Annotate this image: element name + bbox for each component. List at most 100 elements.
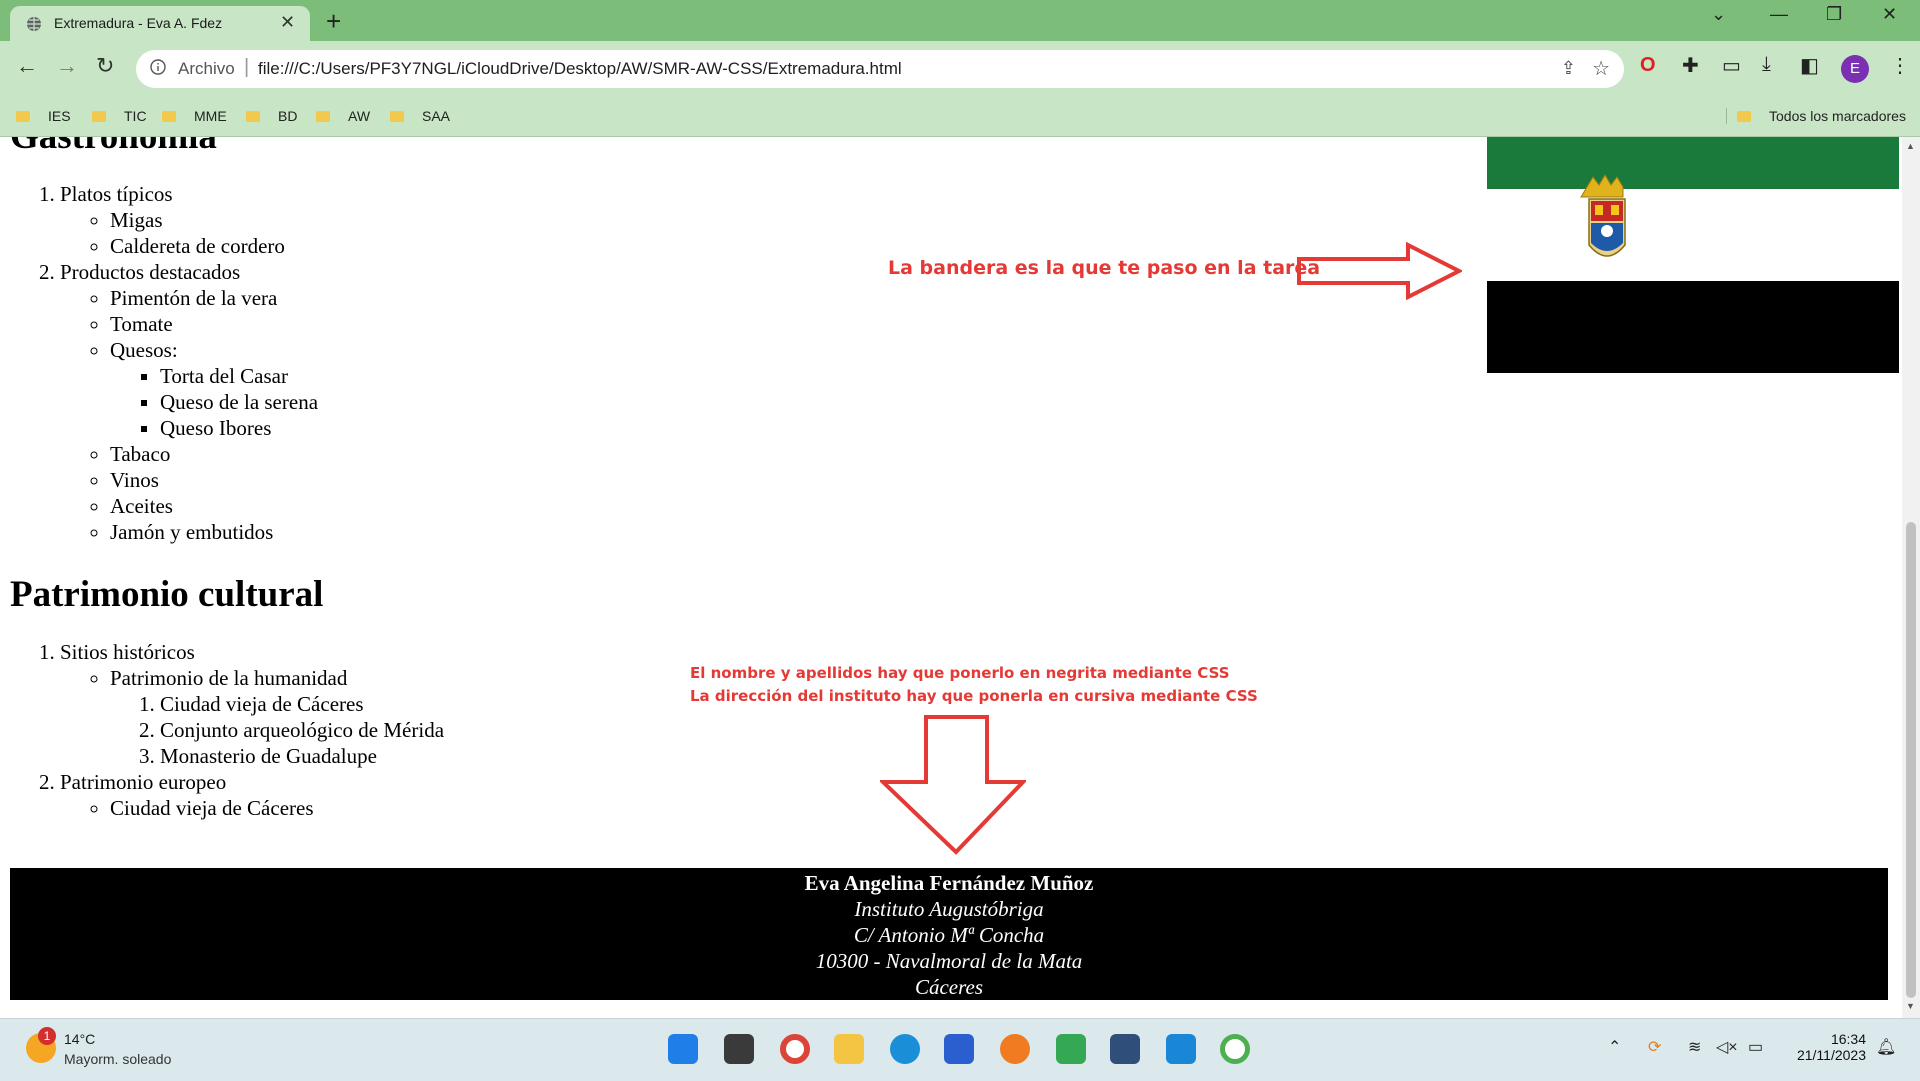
firefox-icon[interactable]: [1000, 1034, 1030, 1064]
address-bar[interactable]: Archivo | file:///C:/Users/PF3Y7NGL/iClo…: [136, 50, 1624, 88]
mysql-workbench-icon[interactable]: [1110, 1034, 1140, 1064]
url-scheme-label: Archivo: [178, 59, 235, 78]
quesos-list: Torta del Casar Queso de la serena Queso…: [110, 363, 1510, 441]
battery-icon[interactable]: ▭: [1748, 1037, 1763, 1057]
chrome-profile-icon[interactable]: [1220, 1034, 1250, 1064]
menu-kebab-icon[interactable]: ⋮: [1890, 53, 1910, 78]
weather-badge: 1: [38, 1027, 56, 1045]
vscode-icon[interactable]: [1166, 1034, 1196, 1064]
list-item: Ciudad vieja de Cáceres: [110, 795, 1510, 821]
browser-toolbar: ← → ↻ Archivo | file:///C:/Users/PF3Y7NG…: [0, 41, 1920, 98]
tab-search-icon[interactable]: ⌄: [1711, 4, 1726, 25]
list-item: Patrimonio europeo Ciudad vieja de Cácer…: [60, 769, 1510, 821]
list-item: Migas: [110, 207, 1510, 233]
list-item: Quesos: Torta del Casar Queso de la sere…: [110, 337, 1510, 441]
folder-icon: [16, 111, 30, 122]
bookmark-aw[interactable]: AW: [316, 108, 370, 124]
arrow-right-icon: [1297, 242, 1462, 300]
opera-icon[interactable]: O: [1640, 54, 1656, 77]
folder-icon: [246, 111, 260, 122]
folder-icon: [92, 111, 106, 122]
volume-muted-icon[interactable]: ◁×: [1716, 1037, 1738, 1057]
author-name: Eva Angelina Fernández Muñoz: [804, 871, 1094, 895]
info-icon[interactable]: [150, 59, 166, 75]
new-tab-button[interactable]: +: [326, 6, 341, 37]
institute-province: Cáceres: [914, 975, 984, 999]
list-item: Aceites: [110, 493, 1510, 519]
tab-strip: Extremadura - Eva A. Fdez ✕ + ⌄ — ❐ ✕: [0, 0, 1920, 41]
close-window-button[interactable]: ✕: [1882, 4, 1897, 25]
side-panel-icon[interactable]: ◧: [1800, 53, 1819, 78]
bookmark-bd[interactable]: BD: [246, 108, 297, 124]
edge-icon[interactable]: [890, 1034, 920, 1064]
page-content: Gastronomía Platos típicos Migas Caldere…: [10, 137, 1510, 821]
arrow-down-icon: [880, 715, 1026, 855]
folder-icon: [390, 111, 404, 122]
scroll-down-icon[interactable]: ▼: [1906, 1001, 1915, 1011]
gastronomia-list: Platos típicos Migas Caldereta de corder…: [10, 181, 1510, 545]
start-windows-icon[interactable]: [668, 1034, 698, 1064]
list-item: Platos típicos Migas Caldereta de corder…: [60, 181, 1510, 259]
share-icon[interactable]: ⇪: [1561, 58, 1576, 79]
folder-icon: [1737, 111, 1751, 122]
clock[interactable]: 16:34 21/11/2023: [1784, 1031, 1866, 1063]
list-item: Torta del Casar: [160, 363, 1510, 389]
restore-button[interactable]: ❐: [1826, 4, 1842, 25]
forward-button[interactable]: →: [56, 53, 78, 79]
list-item: Jamón y embutidos: [110, 519, 1510, 545]
list-item: Conjunto arqueológico de Mérida: [160, 717, 1510, 743]
show-hidden-icons-icon[interactable]: ⌃: [1608, 1037, 1621, 1057]
download-icon[interactable]: ⤓: [1762, 53, 1771, 76]
sub-list: Migas Caldereta de cordero: [60, 207, 1510, 259]
url-separator: |: [244, 56, 250, 78]
store-icon[interactable]: [944, 1034, 974, 1064]
all-bookmarks-button[interactable]: Todos los marcadores: [1726, 108, 1906, 124]
list-item: Queso Ibores: [160, 415, 1510, 441]
browser-tab[interactable]: Extremadura - Eva A. Fdez ✕: [10, 6, 310, 41]
globe-icon: [27, 17, 41, 31]
flag-green-band: [1487, 137, 1899, 189]
bookmark-star-icon[interactable]: ☆: [1592, 56, 1610, 81]
bookmark-ies[interactable]: IES: [16, 108, 71, 124]
back-button[interactable]: ←: [16, 53, 38, 79]
flag-annotation: La bandera es la que te paso en la tarea: [888, 257, 1321, 279]
heading-patrimonio: Patrimonio cultural: [10, 574, 324, 615]
file-explorer-icon[interactable]: [834, 1034, 864, 1064]
profile-avatar[interactable]: E: [1841, 55, 1869, 83]
page-scrollbar[interactable]: ▲ ▼: [1902, 137, 1920, 1018]
scroll-up-icon[interactable]: ▲: [1906, 141, 1915, 151]
bookmarks-bar: IES TIC MME BD AW SAA Todos los marcador…: [0, 98, 1920, 137]
heading-gastronomia: Gastronomía: [10, 137, 1510, 159]
close-tab-icon[interactable]: ✕: [280, 12, 295, 33]
flag-white-band: [1487, 189, 1899, 281]
task-view-icon[interactable]: [724, 1034, 754, 1064]
list-item: Tabaco: [110, 441, 1510, 467]
clock-date: 21/11/2023: [1796, 1047, 1866, 1063]
notification-bell-icon[interactable]: 🔔︎: [1876, 1037, 1896, 1057]
url-text[interactable]: file:///C:/Users/PF3Y7NGL/iCloudDrive/De…: [258, 59, 902, 79]
sub-list: Pimentón de la vera Tomate Quesos: Torta…: [60, 285, 1510, 545]
weather-temperature[interactable]: 14°C: [64, 1031, 95, 1047]
chrome-icon[interactable]: [780, 1034, 810, 1064]
scrollbar-thumb[interactable]: [1906, 522, 1916, 998]
bookmark-saa[interactable]: SAA: [390, 108, 450, 124]
bookmark-tic[interactable]: TIC: [92, 108, 147, 124]
reload-button[interactable]: ↻: [96, 53, 114, 79]
institute-street: C/ Antonio Mª Concha: [853, 923, 1045, 947]
wifi-icon[interactable]: ≋: [1688, 1037, 1701, 1057]
folder-icon: [162, 111, 176, 122]
extensions-puzzle-icon[interactable]: ✚: [1682, 53, 1699, 78]
bookmark-mme[interactable]: MME: [162, 108, 227, 124]
minimize-button[interactable]: —: [1770, 4, 1788, 25]
weather-condition[interactable]: Mayorm. soleado: [64, 1051, 171, 1067]
google-drive-icon[interactable]: [1056, 1034, 1086, 1064]
windows-taskbar: 1 14°C Mayorm. soleado ⌃ ⟳ ≋ ◁× ▭ 16:34 …: [0, 1018, 1920, 1081]
sync-icon[interactable]: ⟳: [1648, 1037, 1661, 1057]
css-annotation: El nombre y apellidos hay que ponerlo en…: [690, 662, 1258, 708]
extremadura-flag: [1487, 137, 1899, 373]
list-item: Productos destacados Pimentón de la vera…: [60, 259, 1510, 545]
list-item: Vinos: [110, 467, 1510, 493]
cast-icon[interactable]: ▭: [1722, 53, 1741, 78]
css-annotation-line-2: La dirección del instituto hay que poner…: [690, 687, 1258, 705]
list-item: Queso de la serena: [160, 389, 1510, 415]
